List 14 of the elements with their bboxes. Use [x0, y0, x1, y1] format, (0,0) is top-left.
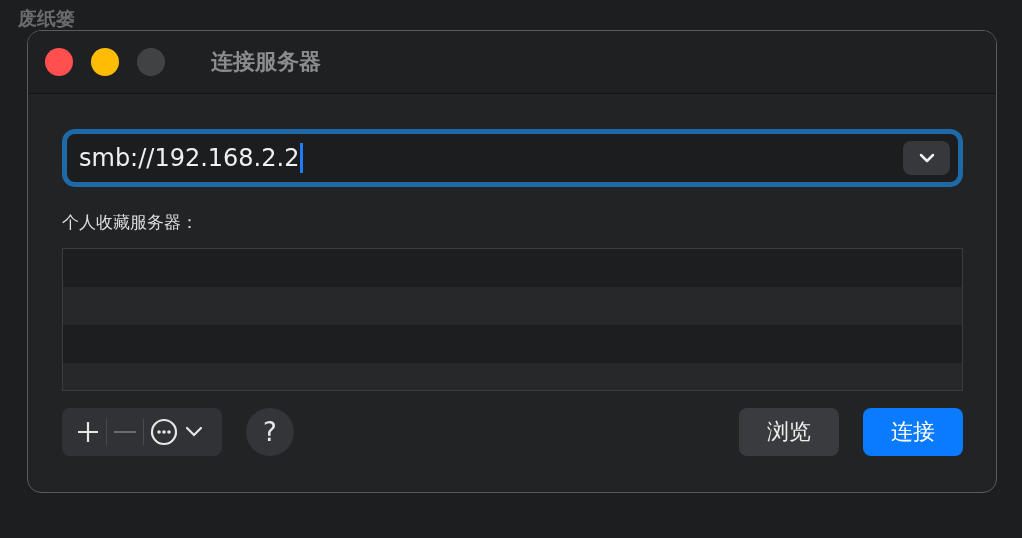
server-address-field[interactable]: smb://192.168.2.2 — [62, 129, 963, 187]
connect-button[interactable]: 连接 — [863, 408, 963, 456]
close-button[interactable] — [45, 48, 73, 76]
desktop-icon-label: 废纸篓 — [18, 7, 75, 29]
text-cursor — [300, 143, 304, 173]
dropdown-button[interactable] — [903, 141, 950, 175]
chevron-down-icon — [918, 153, 935, 163]
browse-button[interactable]: 浏览 — [739, 408, 839, 456]
minimize-button[interactable] — [91, 48, 119, 76]
window-title: 连接服务器 — [211, 48, 321, 76]
favorites-label: 个人收藏服务器： — [62, 211, 199, 234]
plus-icon — [76, 420, 100, 444]
help-button[interactable]: ? — [246, 408, 294, 456]
minus-icon — [113, 430, 137, 434]
